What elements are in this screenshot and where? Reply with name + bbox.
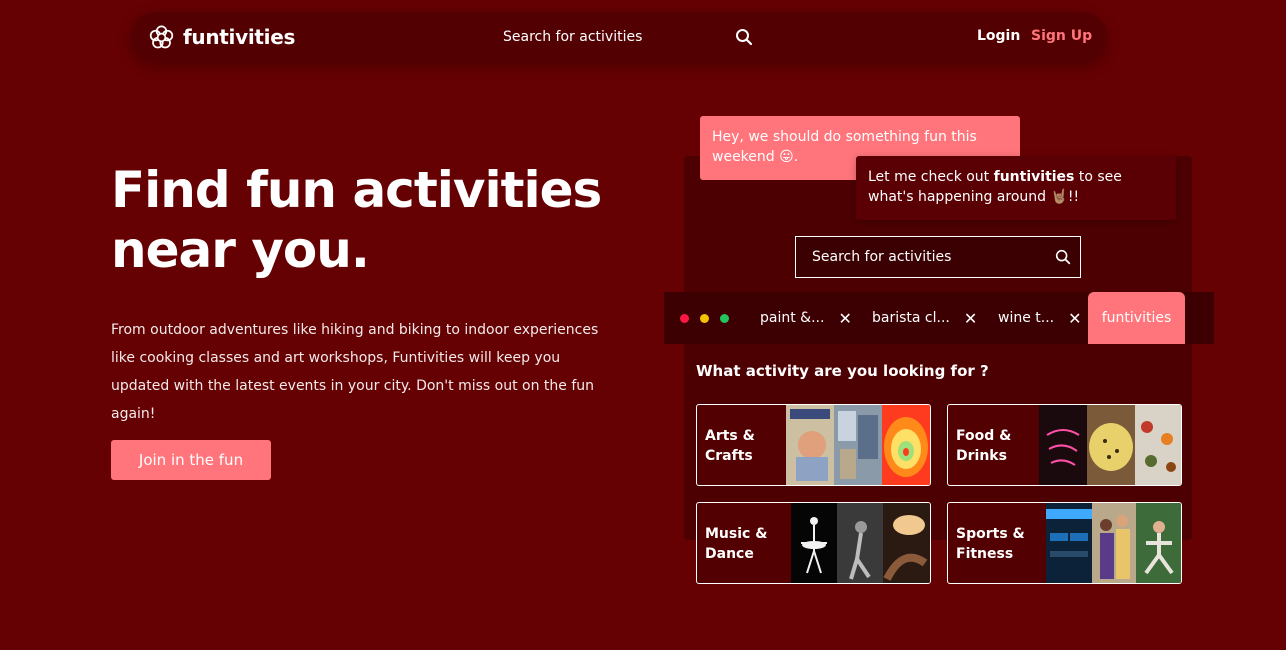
tab-wine[interactable]: wine t... ✕: [998, 292, 1082, 344]
music-collage-image: [791, 503, 930, 583]
sports-collage-image: [1046, 503, 1181, 583]
tab-label: paint &...: [760, 310, 825, 326]
tab-label: barista cl...: [872, 310, 950, 326]
category-label: Food & Drinks: [956, 426, 1036, 466]
brand-name: funtivities: [183, 25, 296, 49]
category-label: Arts & Crafts: [705, 426, 785, 466]
window-maximize-dot[interactable]: [720, 314, 729, 323]
flower-icon: [149, 25, 174, 48]
category-label-line: Food &: [956, 428, 1012, 444]
brand-logo[interactable]: funtivities: [148, 23, 295, 51]
category-card-arts[interactable]: Arts & Crafts: [696, 404, 931, 486]
chat-bubble-reply: Let me check out funtivities to see what…: [856, 156, 1176, 220]
category-label-line: Sports &: [956, 526, 1025, 542]
top-navbar: funtivities Search for activities Login …: [131, 12, 1107, 62]
category-label: Sports & Fitness: [956, 524, 1036, 564]
chat-reply-brand: funtivities: [993, 169, 1075, 185]
hero-description: From outdoor adventures like hiking and …: [111, 322, 599, 422]
category-label-line: Fitness: [956, 546, 1014, 562]
tab-paint[interactable]: paint &... ✕: [760, 292, 852, 344]
preview-search-input[interactable]: Search for activities: [795, 236, 1081, 278]
tab-funtivities[interactable]: funtivities: [1088, 292, 1185, 344]
join-button[interactable]: Join in the fun: [111, 440, 271, 480]
category-card-music[interactable]: Music & Dance: [696, 502, 931, 584]
category-label: Music & Dance: [705, 524, 785, 564]
window-close-dot[interactable]: [680, 314, 689, 323]
chat-reply-prefix: Let me check out: [868, 169, 994, 185]
close-icon[interactable]: ✕: [964, 309, 977, 328]
tab-label: wine t...: [998, 310, 1055, 326]
search-icon[interactable]: [734, 27, 754, 47]
browser-tab-bar: paint &... ✕ barista cl... ✕ wine t... ✕…: [664, 292, 1214, 344]
signup-link[interactable]: Sign Up: [1031, 25, 1092, 47]
category-label-line: Drinks: [956, 448, 1007, 464]
category-label-line: Arts &: [705, 428, 755, 444]
search-icon[interactable]: [1054, 248, 1072, 266]
tab-barista[interactable]: barista cl... ✕: [872, 292, 977, 344]
nav-search-input[interactable]: Search for activities: [503, 25, 642, 49]
close-icon[interactable]: ✕: [838, 309, 851, 328]
window-minimize-dot[interactable]: [700, 314, 709, 323]
category-label-line: Dance: [705, 546, 754, 562]
arts-collage-image: [786, 405, 930, 485]
preview-search-placeholder: Search for activities: [812, 249, 952, 265]
login-link[interactable]: Login: [977, 25, 1020, 47]
category-label-line: Music &: [705, 526, 768, 542]
food-collage-image: [1039, 405, 1181, 485]
hero-title: Find fun activities near you.: [111, 160, 671, 280]
category-card-sports[interactable]: Sports & Fitness: [947, 502, 1182, 584]
category-label-line: Crafts: [705, 448, 753, 464]
close-icon[interactable]: ✕: [1068, 309, 1081, 328]
hero-title-line-1: Find fun activities: [111, 161, 602, 219]
category-card-food[interactable]: Food & Drinks: [947, 404, 1182, 486]
activity-question: What activity are you looking for ?: [696, 362, 989, 380]
hero-title-line-2: near you.: [111, 221, 370, 279]
